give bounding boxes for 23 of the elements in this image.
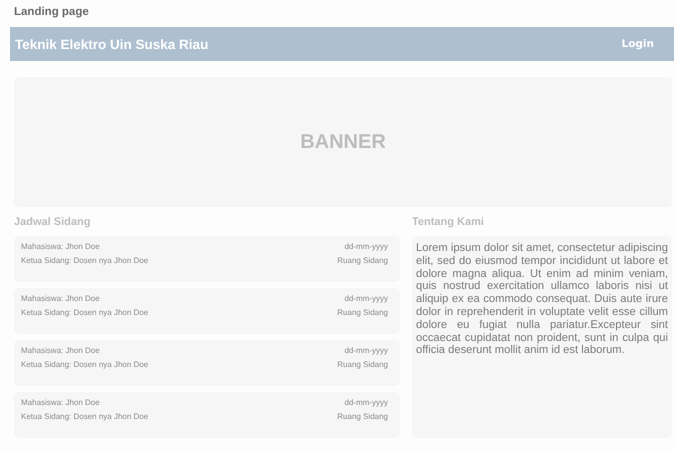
student-name: Mahasiswa: Jhon Doe [21, 346, 100, 355]
section-heading: Jadwal Sidang [14, 215, 92, 230]
student-name: Mahasiswa: Jhon Doe [21, 398, 100, 407]
chair-name: Ketua Sidang: Dosen nya Jhon Doe [21, 256, 148, 265]
schedule-room: Ruang Sidang [337, 360, 388, 369]
schedule-room: Ruang Sidang [337, 256, 388, 265]
schedule-room: Ruang Sidang [337, 308, 388, 317]
login-link[interactable]: Login [622, 38, 654, 50]
schedule-date: dd-mm-yyyy [344, 346, 388, 355]
chair-name: Ketua Sidang: Dosen nya Jhon Doe [21, 308, 148, 317]
banner-label: BANNER [300, 130, 386, 154]
page-label: Landing page [13, 6, 90, 20]
student-name: Mahasiswa: Jhon Doe [21, 294, 100, 303]
student-name: Mahasiswa: Jhon Doe [21, 242, 100, 251]
site-title: Teknik Elektro Uin Suska Riau [15, 36, 208, 52]
chair-name: Ketua Sidang: Dosen nya Jhon Doe [21, 412, 148, 421]
schedule-date: dd-mm-yyyy [344, 398, 388, 407]
section-heading: Tentang Kami [412, 215, 485, 230]
schedule-date: dd-mm-yyyy [344, 242, 388, 251]
schedule-room: Ruang Sidang [337, 412, 388, 421]
schedule-date: dd-mm-yyyy [344, 294, 388, 303]
about-paragraph: Lorem ipsum dolor sit amet, consectetur adipiscing elit, sed do eiusmod tempor incididunt ut labore et dolore magna aliqua. Ut enim ad minim veniam, quis nostrud exercitation ullamco laboris nisi ut aliquip ex ea commodo consequat. Duis aute irure dolor in reprehenderit in voluptate velit esse cillum dolore eu fugiat nulla pariatur.Excepteur sint occaecat cupidatat non proident, sunt in culpa qui officia deserunt mollit anim id est laborum. [416, 242, 668, 358]
chair-name: Ketua Sidang: Dosen nya Jhon Doe [21, 360, 148, 369]
